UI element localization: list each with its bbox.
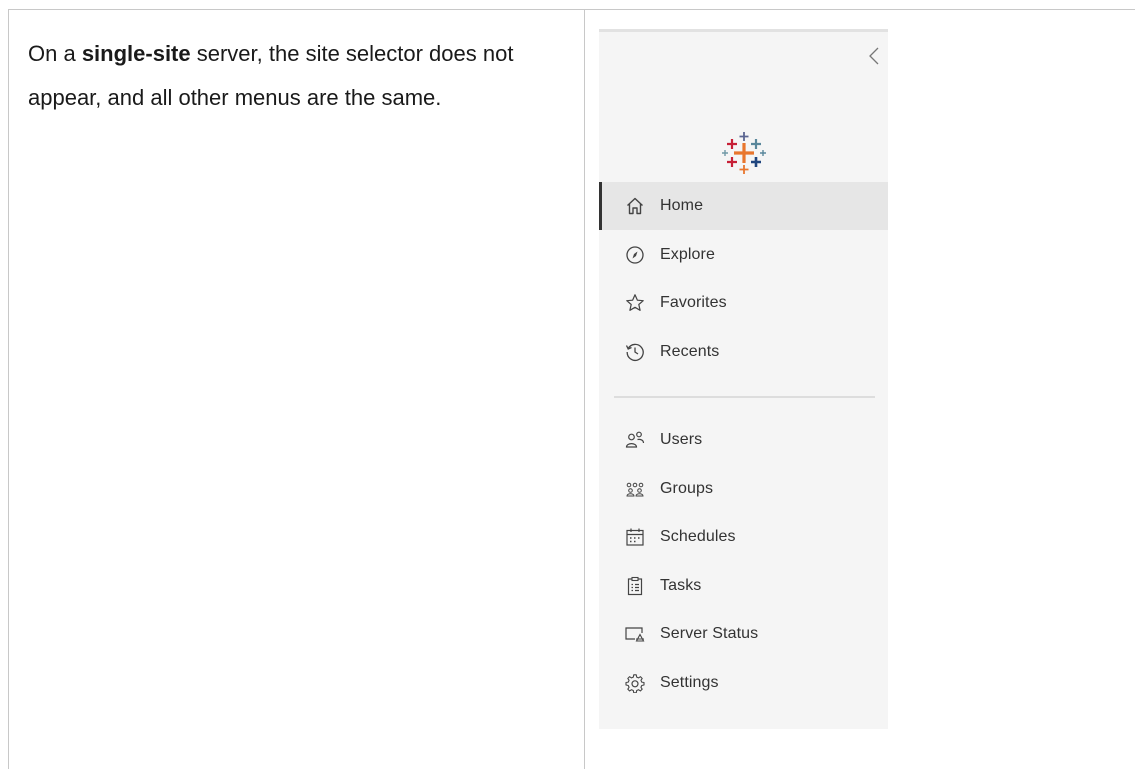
collapse-nav-button[interactable] [866, 44, 882, 68]
chevron-left-icon [869, 47, 879, 65]
nav-item-label: Groups [660, 480, 714, 497]
nav-item-label: Tasks [660, 577, 702, 594]
nav-item-label: Schedules [660, 528, 736, 545]
star-icon [624, 292, 646, 314]
history-icon [624, 341, 646, 363]
nav-item-label: Home [660, 197, 704, 214]
nav-item-label: Favorites [660, 294, 727, 311]
nav-item-users[interactable]: Users [599, 416, 888, 464]
home-icon [624, 195, 646, 217]
nav-item-label: Users [660, 431, 703, 448]
gear-icon [624, 672, 646, 694]
nav-item-label: Settings [660, 674, 719, 691]
groups-icon [624, 478, 646, 500]
nav-item-settings[interactable]: Settings [599, 659, 888, 707]
compass-icon [624, 244, 646, 266]
users-icon [624, 429, 646, 451]
server-status-icon [624, 623, 646, 645]
nav-item-schedules[interactable]: Schedules [599, 513, 888, 561]
nav-item-recents[interactable]: Recents [599, 328, 888, 376]
nav-item-groups[interactable]: Groups [599, 465, 888, 513]
calendar-icon [624, 526, 646, 548]
description-text: On a single-site server, the site select… [28, 32, 568, 120]
table-border [584, 9, 1135, 10]
tableau-logo-icon [722, 132, 766, 174]
table-column-divider [584, 9, 585, 769]
nav-item-label: Explore [660, 246, 715, 263]
nav-item-tasks[interactable]: Tasks [599, 562, 888, 610]
nav-item-label: Recents [660, 343, 720, 360]
nav-item-favorites[interactable]: Favorites [599, 279, 888, 327]
nav-separator [614, 396, 875, 398]
nav-item-label: Server Status [660, 625, 759, 642]
description-prefix: On a [28, 41, 82, 66]
nav-item-explore[interactable]: Explore [599, 231, 888, 279]
nav-item-server-status[interactable]: Server Status [599, 610, 888, 658]
nav-item-home[interactable]: Home [599, 182, 888, 230]
documentation-table [8, 9, 1135, 769]
tableau-logo[interactable] [720, 129, 768, 177]
description-emphasis: single-site [81, 41, 191, 66]
clipboard-icon [624, 575, 646, 597]
